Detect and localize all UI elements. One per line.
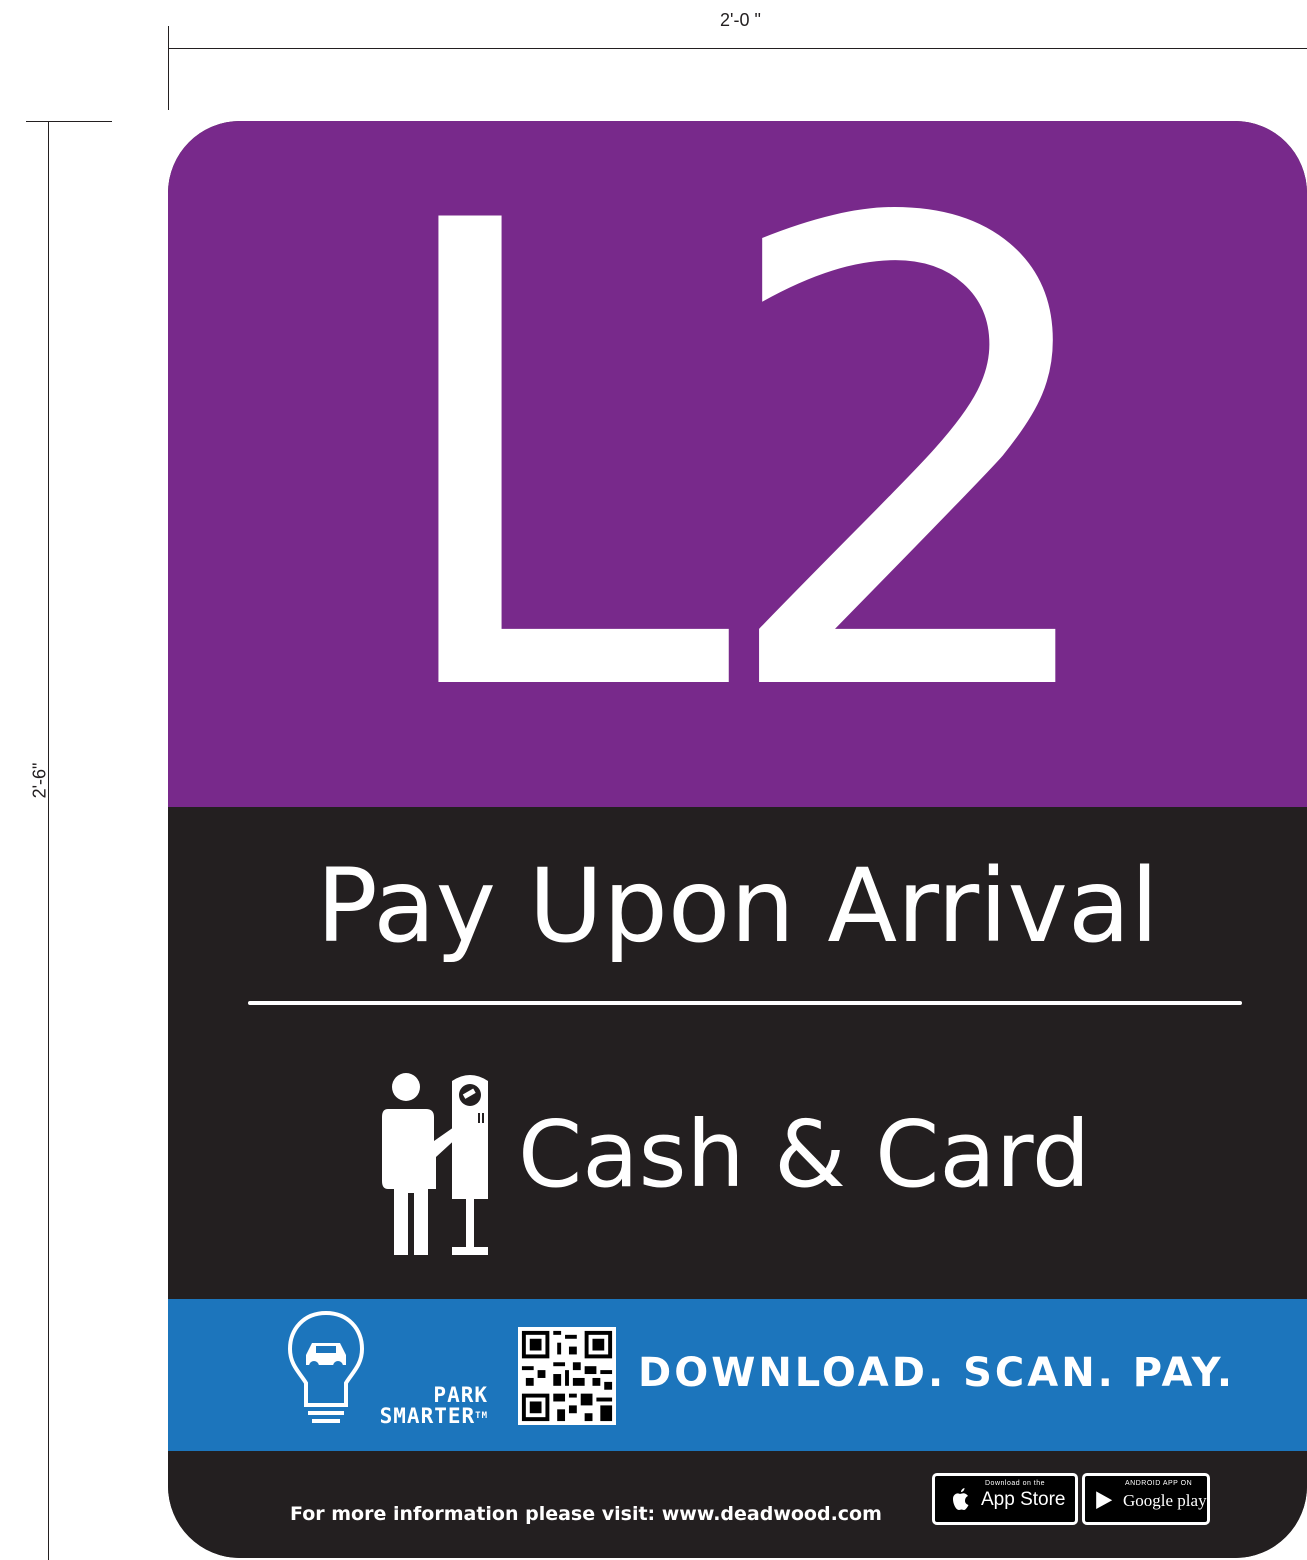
width-dimension-tick <box>168 26 169 110</box>
height-dimension-line <box>48 121 49 1560</box>
google-play-badge-label: Google play <box>1123 1491 1207 1510</box>
width-dimension-line <box>168 48 1307 49</box>
divider <box>248 1001 1242 1005</box>
height-dimension-label: 2'-6" <box>29 762 50 799</box>
brand-line-2: SMARTER <box>379 1404 476 1428</box>
app-store-badge-caption: Download on the <box>985 1480 1046 1487</box>
level-panel: L2 <box>168 121 1307 807</box>
level-number: L2 <box>375 121 1120 833</box>
app-store-badge-label: App Store <box>981 1489 1066 1510</box>
payment-methods-text: Cash & Card <box>518 1101 1091 1208</box>
app-panel: PARK SMARTERTM DOWNLOAD. SCAN. PAY. <box>168 1299 1307 1451</box>
width-dimension-label: 2'-0 " <box>720 10 761 30</box>
person-at-parking-meter-icon <box>382 1073 488 1255</box>
qr-code-icon[interactable] <box>518 1327 616 1425</box>
height-dimension-tick <box>26 121 112 122</box>
park-smarter-logo-text: PARK SMARTERTM <box>308 1385 488 1427</box>
app-store-badge[interactable]: Download on the App Store <box>932 1473 1078 1525</box>
apple-icon <box>953 1488 969 1510</box>
trademark: TM <box>475 1411 488 1421</box>
download-scan-pay-text: DOWNLOAD. SCAN. PAY. <box>638 1350 1236 1396</box>
google-play-icon <box>1096 1491 1113 1509</box>
google-play-badge-caption: ANDROID APP ON <box>1125 1480 1193 1487</box>
google-play-badge[interactable]: ANDROID APP ON Google play <box>1082 1473 1210 1525</box>
footer-panel: For more information please visit: www.d… <box>168 1451 1307 1558</box>
payment-row: Cash & Card <box>378 1069 1138 1259</box>
more-info-text: For more information please visit: www.d… <box>290 1503 882 1525</box>
parking-sign: L2 Pay Upon Arrival Cash & Card PARK SMA… <box>168 121 1307 1558</box>
pay-upon-arrival-heading: Pay Upon Arrival <box>316 847 1159 966</box>
payment-panel: Pay Upon Arrival Cash & Card <box>168 807 1307 1299</box>
